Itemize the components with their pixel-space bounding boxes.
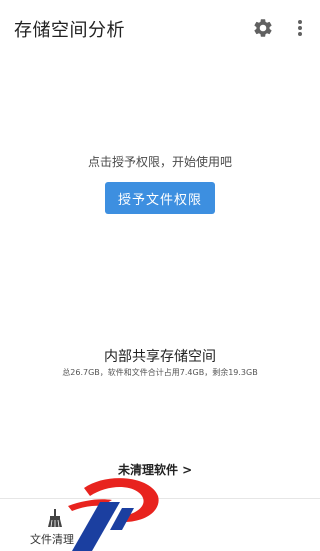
app-bar: 存储空间分析 [0, 0, 320, 56]
nav-item-label: 文件清理 [30, 533, 74, 546]
uncleaned-apps-link[interactable]: 未清理软件 > [118, 461, 192, 478]
gear-icon [254, 19, 272, 37]
grant-file-permission-button[interactable]: 授予文件权限 [105, 182, 215, 214]
page-title: 存储空间分析 [14, 20, 125, 41]
settings-button[interactable] [252, 17, 274, 39]
more-vertical-icon [298, 20, 302, 36]
more-options-button[interactable] [292, 17, 308, 39]
nav-item-file-cleanup[interactable]: 文件清理 [22, 507, 92, 549]
broom-icon [48, 509, 62, 527]
permission-hint: 点击授予权限，开始使用吧 [87, 155, 232, 169]
storage-title: 内部共享存储空间 [104, 349, 216, 365]
bottom-nav: 文件清理 [0, 498, 320, 551]
storage-summary: 总26.7GB，软件和文件合计占用7.4GB，剩余19.3GB [62, 368, 258, 377]
